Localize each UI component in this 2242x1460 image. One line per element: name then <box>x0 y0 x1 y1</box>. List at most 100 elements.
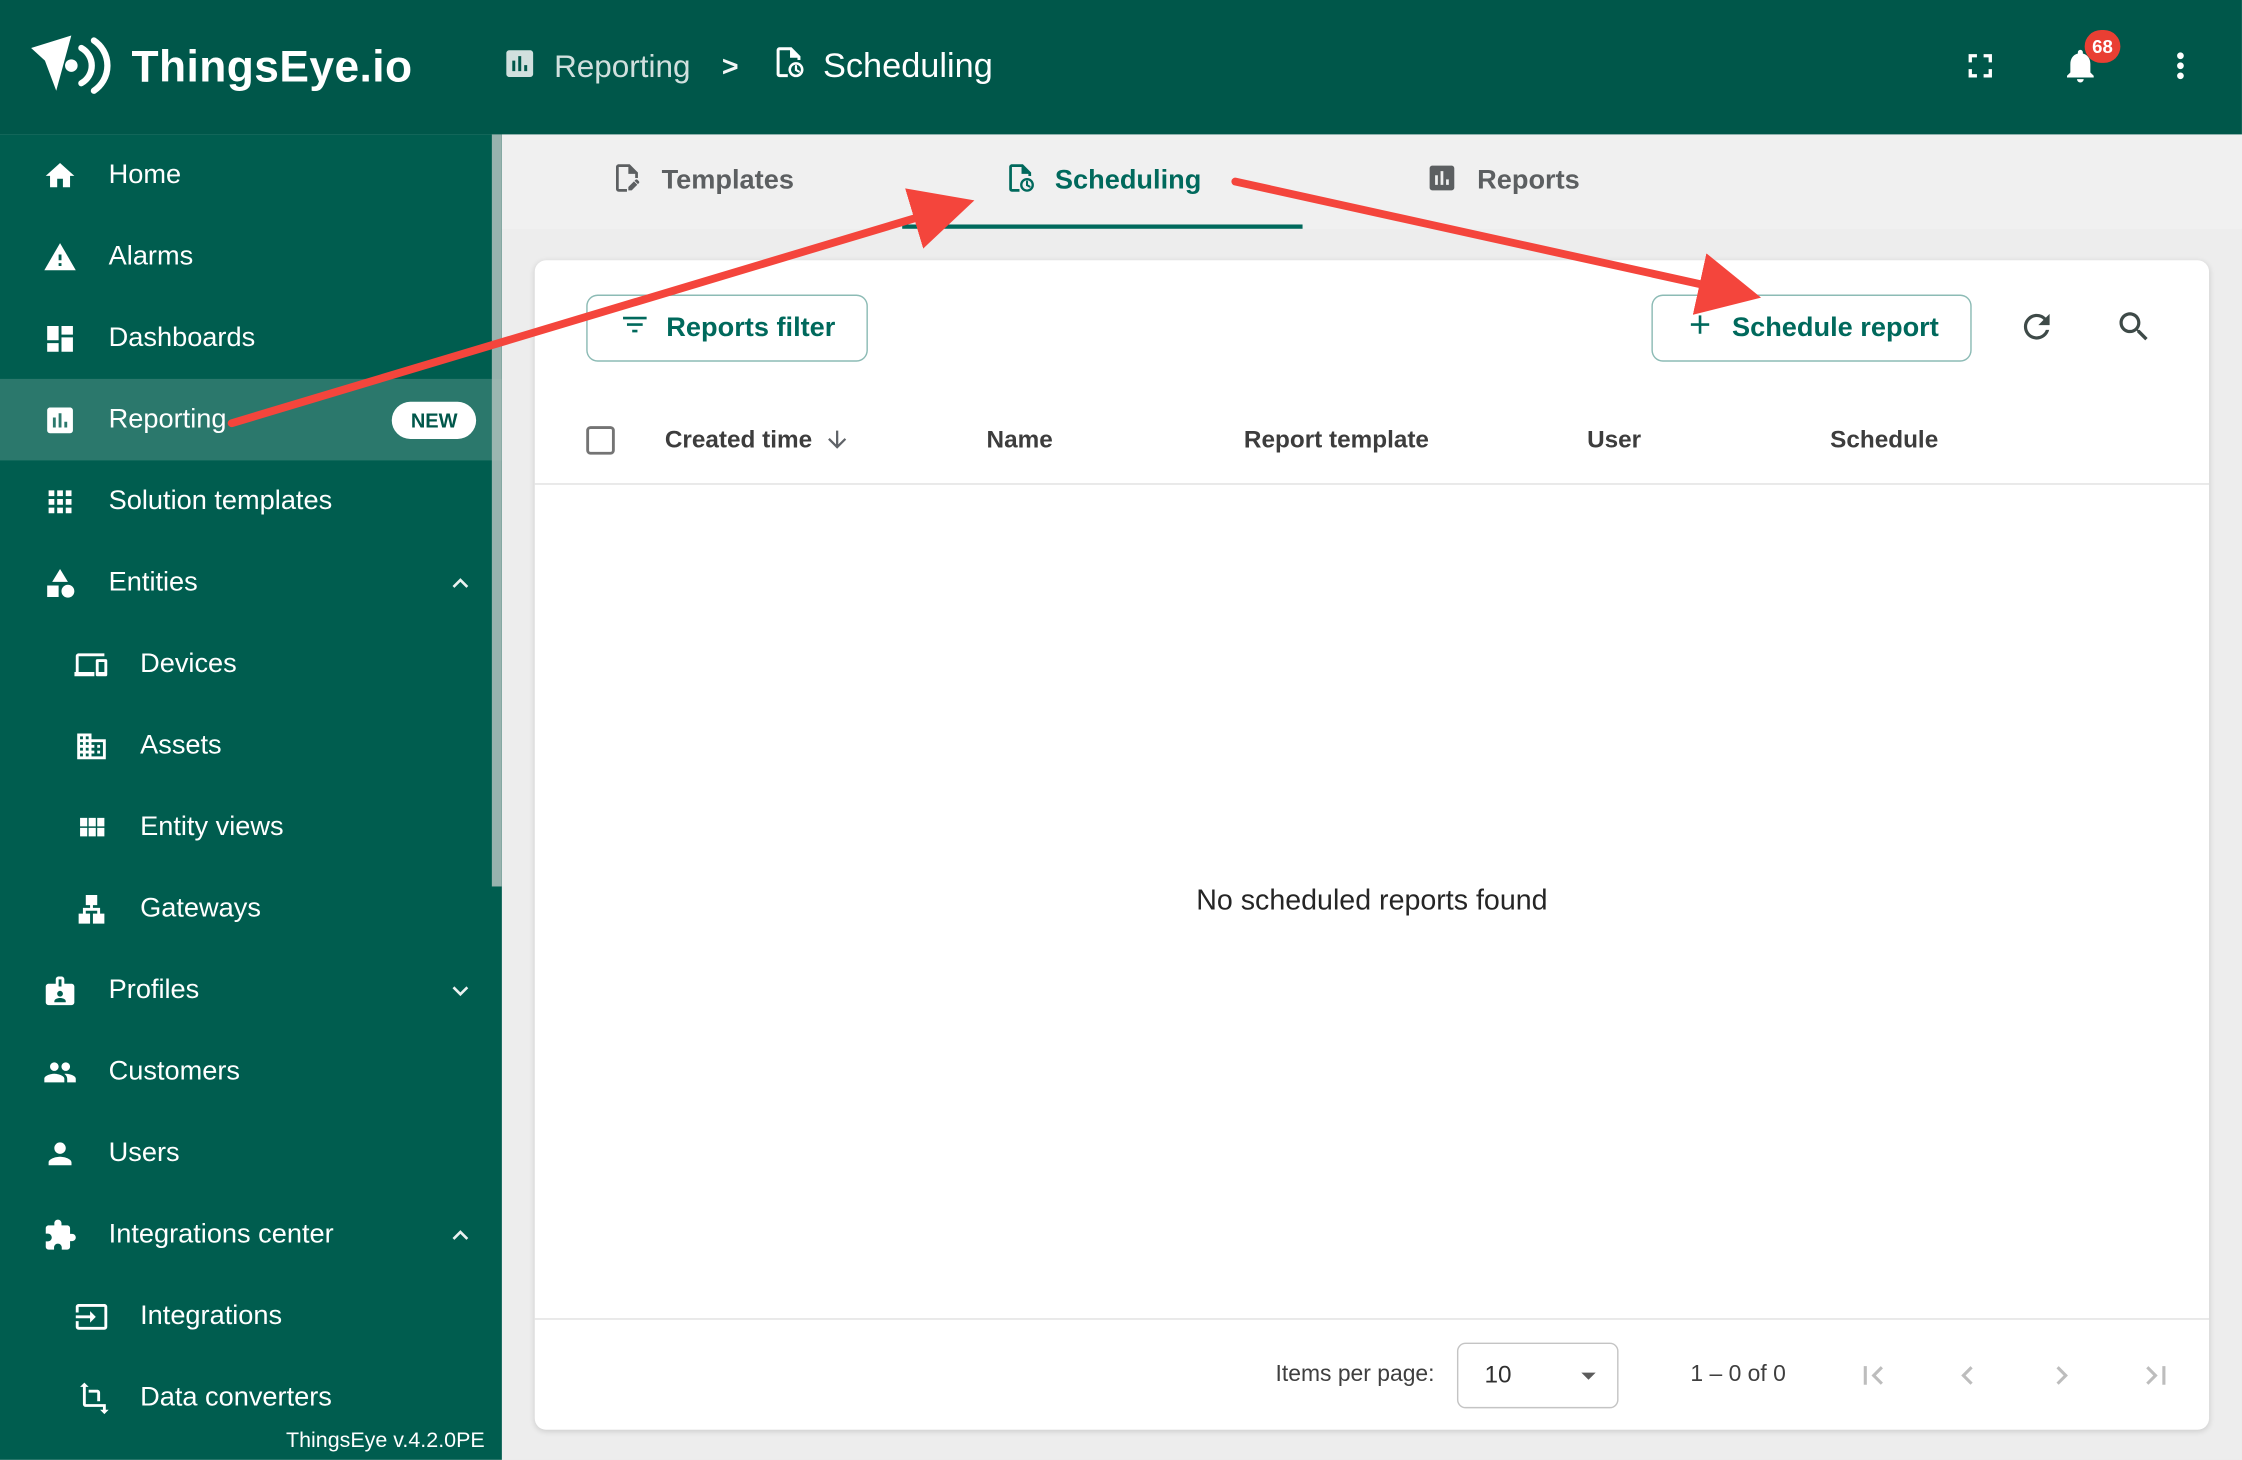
integrations-center-icon <box>43 1217 77 1251</box>
content-area: Reports filter Schedule report Created t… <box>502 229 2242 1460</box>
sidebar-item-devices[interactable]: Devices <box>0 623 502 704</box>
breadcrumb-reporting[interactable]: Reporting <box>501 45 690 89</box>
person-icon <box>43 1136 77 1170</box>
sidebar-item-data-converters[interactable]: Data converters <box>0 1357 502 1438</box>
select-all-checkbox[interactable] <box>586 425 615 454</box>
top-header: ThingsEye.io Reporting > Scheduling 68 <box>0 0 2242 135</box>
brand-name: ThingsEye.io <box>131 41 413 92</box>
sidebar-item-integrations-center[interactable]: Integrations center <box>0 1194 502 1275</box>
sidebar: Home Alarms Dashboards Reporting NEW Sol… <box>0 134 502 1460</box>
building-icon <box>74 728 108 762</box>
column-created-time[interactable]: Created time <box>665 425 987 454</box>
reports-chart-icon <box>1426 161 1459 202</box>
tab-bar: Templates Scheduling Reports <box>501 134 2242 229</box>
home-icon <box>43 158 77 192</box>
more-menu-button[interactable] <box>2159 46 2202 89</box>
brand-logo[interactable]: ThingsEye.io <box>29 32 413 102</box>
sidebar-item-alarms[interactable]: Alarms <box>0 216 502 297</box>
plus-icon <box>1685 308 1716 348</box>
view-module-icon <box>74 810 108 844</box>
header-actions: 68 <box>1959 30 2202 89</box>
badge-icon <box>43 973 77 1007</box>
sidebar-item-label: Assets <box>140 729 222 760</box>
schedule-file-icon <box>770 44 806 90</box>
tab-scheduling[interactable]: Scheduling <box>902 134 1303 229</box>
sidebar-item-label: Entity views <box>140 811 284 842</box>
sidebar-item-label: Solution templates <box>108 485 333 516</box>
transform-icon <box>74 1380 109 1414</box>
sidebar-item-customers[interactable]: Customers <box>0 1031 502 1112</box>
items-per-page-select[interactable]: 10 <box>1457 1341 1619 1408</box>
refresh-icon <box>2017 307 2056 350</box>
reporting-chart-icon <box>501 45 537 89</box>
sidebar-item-gateways[interactable]: Gateways <box>0 868 502 949</box>
last-page-button[interactable] <box>2138 1356 2175 1393</box>
pager-buttons <box>1854 1356 2174 1393</box>
column-name[interactable]: Name <box>987 425 1244 454</box>
notifications-button[interactable]: 68 <box>2059 30 2121 89</box>
sidebar-item-dashboards[interactable]: Dashboards <box>0 297 502 378</box>
button-label: Reports filter <box>666 312 836 343</box>
people-icon <box>43 1054 77 1088</box>
breadcrumb-section-label: Reporting <box>554 48 691 85</box>
sort-descending-icon <box>824 426 851 453</box>
breadcrumb: Reporting > Scheduling <box>501 44 993 90</box>
thingseye-logo-icon <box>29 32 112 102</box>
main-content: Templates Scheduling Reports Reports fil… <box>501 134 2242 1460</box>
sidebar-item-label: Profiles <box>108 974 200 1005</box>
sidebar-item-entity-views[interactable]: Entity views <box>0 786 502 867</box>
column-user[interactable]: User <box>1587 425 1830 454</box>
filter-icon <box>619 308 650 348</box>
sidebar-item-reporting[interactable]: Reporting NEW <box>0 378 502 461</box>
sidebar-item-solution-templates[interactable]: Solution templates <box>0 460 502 541</box>
sidebar-item-label: Customers <box>108 1055 241 1086</box>
more-vert-icon <box>2160 45 2200 89</box>
refresh-button[interactable] <box>2003 295 2069 361</box>
sidebar-item-label: Data converters <box>140 1381 332 1412</box>
schedule-report-button[interactable]: Schedule report <box>1651 294 1972 362</box>
lan-icon <box>74 891 108 925</box>
sidebar-item-users[interactable]: Users <box>0 1112 502 1193</box>
sidebar-item-integrations[interactable]: Integrations <box>0 1275 502 1356</box>
sidebar-item-home[interactable]: Home <box>0 134 502 215</box>
input-icon <box>74 1299 108 1333</box>
sidebar-item-label: Integrations center <box>108 1218 334 1249</box>
sidebar-item-label: Gateways <box>140 892 261 923</box>
tab-templates[interactable]: Templates <box>502 134 902 228</box>
scheduled-reports-card: Reports filter Schedule report Created t… <box>534 260 2210 1430</box>
page-range-label: 1 – 0 of 0 <box>1690 1361 1786 1387</box>
sidebar-item-label: Alarms <box>108 240 194 271</box>
entities-icon <box>43 565 77 599</box>
warning-icon <box>43 239 77 273</box>
column-report-template[interactable]: Report template <box>1244 425 1587 454</box>
first-page-button[interactable] <box>1854 1356 1891 1393</box>
chevron-up-icon <box>445 1219 476 1250</box>
sidebar-scrollbar[interactable] <box>491 134 502 887</box>
previous-page-button[interactable] <box>1949 1356 1986 1393</box>
schedule-file-icon <box>1003 161 1036 202</box>
sidebar-item-profiles[interactable]: Profiles <box>0 949 502 1030</box>
app-version: ThingsEye v.4.2.0PE <box>286 1428 485 1453</box>
reports-filter-button[interactable]: Reports filter <box>586 294 869 362</box>
tab-reports[interactable]: Reports <box>1303 134 1703 228</box>
sidebar-item-entities[interactable]: Entities <box>0 542 502 623</box>
sidebar-item-label: Reporting <box>108 403 227 434</box>
column-label: Created time <box>664 425 813 453</box>
notification-count-badge: 68 <box>2084 30 2121 63</box>
next-page-button[interactable] <box>2043 1356 2080 1393</box>
search-button[interactable] <box>2100 295 2166 361</box>
sidebar-item-assets[interactable]: Assets <box>0 705 502 786</box>
first-page-icon <box>1854 1356 1891 1393</box>
chevron-right-icon <box>2043 1356 2080 1393</box>
sidebar-item-label: Entities <box>108 566 198 597</box>
column-schedule[interactable]: Schedule <box>1830 425 2209 454</box>
tab-label: Scheduling <box>1054 165 1202 196</box>
dashboards-icon <box>43 321 77 355</box>
sidebar-item-label: Users <box>108 1137 180 1168</box>
dropdown-caret-icon <box>1572 1358 1606 1392</box>
breadcrumb-scheduling[interactable]: Scheduling <box>770 44 993 90</box>
fullscreen-icon <box>1960 45 2000 89</box>
sidebar-item-label: Dashboards <box>108 322 256 353</box>
items-per-page-label: Items per page: <box>1275 1361 1435 1387</box>
fullscreen-button[interactable] <box>1959 46 2002 89</box>
